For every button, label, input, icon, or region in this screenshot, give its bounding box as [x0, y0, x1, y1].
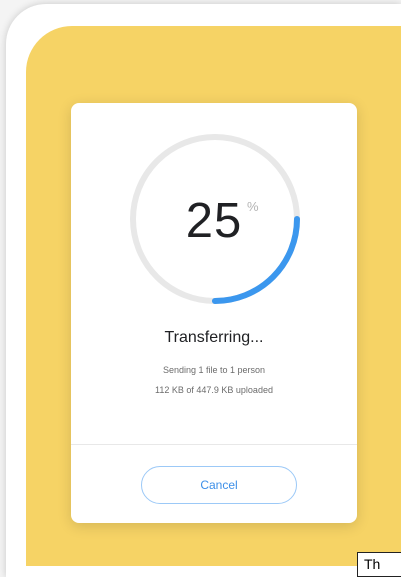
status-title: Transferring...: [164, 329, 264, 346]
window-frame: 25 % Transferring... Sending 1 file to 1…: [6, 4, 401, 577]
progress-percent: 25: [185, 194, 243, 248]
cancel-button[interactable]: Cancel: [141, 466, 297, 504]
transfer-dialog: 25 % Transferring... Sending 1 file to 1…: [71, 103, 357, 523]
divider: [71, 444, 357, 445]
tooltip: Th: [357, 552, 401, 577]
sending-text: Sending 1 file to 1 person: [162, 365, 266, 375]
percent-sign: %: [247, 199, 259, 214]
uploaded-text: 112 KB of 447.9 KB uploaded: [155, 385, 273, 395]
